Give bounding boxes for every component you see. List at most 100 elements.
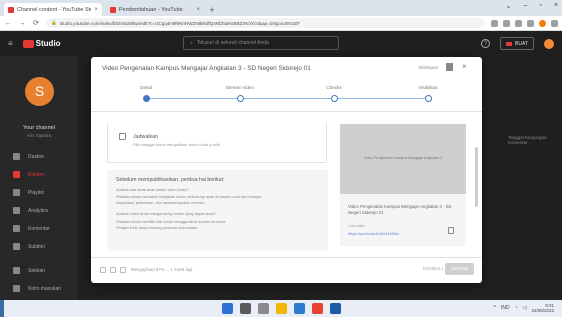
sidebar-item-label: Kirim masukan — [28, 285, 62, 292]
schedule-radio[interactable] — [119, 133, 126, 140]
schedule-option[interactable]: Jadwalkan Pilih tanggal untuk menjadikan… — [107, 123, 327, 163]
step-checks-dot[interactable] — [330, 95, 338, 102]
step-details-dot[interactable] — [142, 95, 150, 102]
search-placeholder: Telusuri di seluruh channel Anda — [196, 40, 269, 46]
back-button[interactable]: KEMBALI — [423, 266, 443, 271]
sidebar-item-content[interactable]: Konten — [0, 166, 78, 183]
maximize-icon[interactable]: ▫ — [539, 2, 541, 10]
account-avatar[interactable] — [544, 38, 554, 49]
sidebar-item-comments[interactable]: Komentar — [0, 220, 78, 237]
share-icon[interactable] — [491, 19, 498, 27]
table-header-text: Tanggal Kunjungan Komentar — [508, 135, 547, 145]
forward-icon[interactable]: → — [18, 20, 26, 27]
step-details[interactable]: Detail — [116, 85, 176, 90]
save-button[interactable]: SIMPAN — [445, 263, 474, 275]
help-icon[interactable]: ? — [481, 39, 491, 48]
taskbar-edge — [0, 300, 4, 317]
browser-tab-studio[interactable]: Channel content - YouTube Studio × — [4, 3, 102, 16]
sidebar-item-playlist[interactable]: Playlist — [0, 184, 78, 201]
settings-icon — [13, 267, 20, 274]
close-tab-icon[interactable]: × — [196, 7, 200, 13]
reload-icon[interactable]: ⟳ — [32, 19, 40, 27]
sidebar-item-analytics[interactable]: Analytics — [0, 202, 78, 219]
close-tab-icon[interactable]: × — [94, 7, 98, 13]
checklist-title: Sebelum mempublikasikan, periksa hal ber… — [116, 177, 225, 183]
report-flag-icon[interactable] — [446, 63, 453, 71]
video-link[interactable]: https://youtu.be/lbt2n51Ml5w — [348, 231, 399, 236]
step-video-elements[interactable]: Elemen video — [210, 85, 270, 90]
schedule-subtitle: Pilih tanggal untuk menjadikan video And… — [133, 142, 220, 147]
url-text: studio.youtube.com/video/lbt2n51Ml5w/edi… — [59, 20, 300, 26]
subtitles-icon — [13, 243, 20, 250]
create-label: BUAT — [515, 40, 528, 47]
upload-progress-text: Mengupload 97% ... 1 menit lagi — [131, 267, 193, 272]
language-indicator[interactable]: IND — [501, 305, 510, 311]
word-icon[interactable] — [330, 303, 341, 314]
minimize-icon[interactable]: – — [524, 2, 528, 10]
browser-tab-strip: Channel content - YouTube Studio × Pembe… — [0, 0, 562, 16]
dashboard-icon — [13, 153, 20, 160]
sidebar-item-label: Komentar — [28, 225, 50, 232]
sidebar-item-label: Subtitel — [28, 243, 45, 250]
sidebar-item-subtitles[interactable]: Subtitel — [0, 238, 78, 255]
video-upload-dialog: Video Pengenalan Kampus Mengajar Angkata… — [91, 57, 482, 283]
stepper-line — [146, 98, 428, 99]
create-button[interactable]: BUAT — [500, 37, 534, 50]
task-view-icon[interactable] — [258, 303, 269, 314]
checklist-line: Pastikan Anda memiliki hak untuk menggun… — [116, 220, 226, 224]
sidebar-item-dashboard[interactable]: Dasbor — [0, 148, 78, 165]
chevron-up-icon[interactable]: ^ — [494, 305, 496, 311]
chevron-down-icon[interactable]: ⌄ — [506, 2, 512, 10]
wifi-icon[interactable]: ◔ — [515, 305, 518, 311]
step-visibility[interactable]: Visibilitas — [398, 85, 458, 90]
upload-icon — [100, 267, 106, 273]
extension-icon[interactable] — [515, 19, 522, 27]
new-tab-button[interactable]: + — [206, 4, 218, 16]
back-icon[interactable]: ← — [4, 20, 12, 27]
chrome-icon[interactable] — [312, 303, 323, 314]
url-input[interactable]: 🔒 studio.youtube.com/video/lbt2n51Ml5w/e… — [46, 18, 485, 28]
video-preview-card: Video Pengenalan Kampus Mengajar Angkata… — [340, 124, 466, 246]
checklist-line: Apakah ada anak-anak dalam video Anda? — [116, 188, 189, 192]
step-visibility-dot[interactable] — [424, 95, 432, 102]
close-window-icon[interactable]: × — [554, 2, 558, 10]
hamburger-menu-icon[interactable]: ≡ — [8, 39, 13, 48]
youtube-logo-icon[interactable] — [22, 39, 34, 48]
menu-icon[interactable] — [551, 19, 558, 27]
close-icon[interactable]: × — [462, 62, 467, 71]
channel-avatar[interactable]: S — [25, 77, 54, 106]
volume-icon[interactable]: ◁ — [523, 305, 527, 311]
check-icon — [120, 267, 126, 273]
content-icon — [13, 171, 20, 178]
sidebar-item-feedback[interactable]: Kirim masukan — [0, 280, 78, 297]
search-icon[interactable] — [240, 303, 251, 314]
dialog-scrollbar[interactable] — [475, 147, 478, 207]
copy-icon[interactable] — [448, 227, 454, 234]
thumbnail-text: Video Pengenalan Kampus Mengajar Angkata… — [363, 156, 443, 160]
checklist-line: eksploitasi, pelecehan, dan membahayakan… — [116, 201, 205, 205]
file-explorer-icon[interactable] — [276, 303, 287, 314]
clock-date: 22/06/2022 — [531, 308, 554, 313]
studio-search-input[interactable]: ⌕ Telusuri di seluruh channel Anda — [183, 36, 339, 50]
studio-logo-text[interactable]: Studio — [36, 39, 61, 48]
taskbar-apps — [222, 303, 341, 314]
profile-icon[interactable] — [539, 19, 546, 27]
sidebar-icon[interactable] — [527, 19, 534, 27]
step-checks[interactable]: Checks — [304, 85, 364, 90]
video-thumbnail[interactable]: Video Pengenalan Kampus Mengajar Angkata… — [340, 124, 466, 194]
windows-start-icon[interactable] — [222, 303, 233, 314]
studio-sidebar: S Your channel Aris Saputra Dasbor Konte… — [0, 56, 78, 300]
analytics-icon — [13, 207, 20, 214]
sidebar-item-settings[interactable]: Setelan — [0, 262, 78, 279]
browser-tab-notifications[interactable]: Pemberitahuan - YouTube × — [106, 3, 204, 16]
checklist-line: Pastikan Anda mematuhi kebijakan untuk m… — [116, 195, 263, 199]
star-icon[interactable] — [503, 19, 510, 27]
checklist-line[interactable]: Pelajari lebih lanjut tentang pedoman ko… — [116, 226, 198, 230]
clock[interactable]: 9:31 22/06/2022 — [531, 303, 554, 313]
address-bar-row: ← → ⟳ 🔒 studio.youtube.com/video/lbt2n51… — [0, 16, 562, 31]
playlist-icon — [13, 189, 20, 196]
sidebar-item-label: Setelan — [28, 267, 45, 274]
edge-icon[interactable] — [294, 303, 305, 314]
footer-divider — [91, 257, 482, 258]
step-video-elements-dot[interactable] — [236, 95, 244, 102]
